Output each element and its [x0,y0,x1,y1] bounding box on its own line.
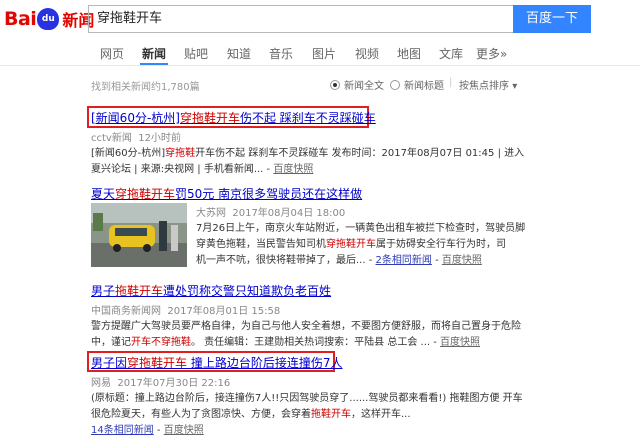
result-toolbar: 找到相关新闻约1,780篇 新闻全文 新闻标题 | 按焦点排序 ▾ [0,74,640,94]
result-snippet: 14条相同新闻 - 百度快照 [91,425,204,436]
chevron-down-icon: ▾ [512,81,518,92]
result-snippet: 很危险夏天，有些人为了贪图凉快、方便，会穿着拖鞋开车，这样开车... [91,407,616,423]
tab-wenku[interactable]: 文库 [439,45,463,62]
title-highlight: 穿拖鞋开车 [127,356,188,370]
result-snippet: 夏兴论坛 | 来源:央视网 | 手机看新闻... - 百度快照 [91,164,314,175]
baidu-news-logo[interactable]: Bai du 新闻 [4,4,94,34]
header: Bai du 新闻 穿拖鞋开车 百度一下 [0,0,640,40]
title-highlight: 拖鞋开车 [115,284,164,298]
result-snippet: 7月26日上午，南京火车站附近，一辆黄色出租车被拦下检查时，驾驶员脚 [196,221,526,237]
result-meta: 中国商务新闻网 2017年08月01日 15:58 [91,302,611,317]
result-snippet: 机一声不吭，很快将鞋带掉了，最后... - 2条相同新闻 - 百度快照 [196,255,482,266]
result-title[interactable]: 男子因穿拖鞋开车 撞上路边台阶后接连撞伤7人 [91,354,616,371]
title-highlight: 穿拖鞋开车 [115,187,176,201]
option-full-text-label: 新闻全文 [344,81,384,92]
radio-checked-icon [330,79,340,90]
snippet-highlight: 拖鞋开车 [311,409,351,420]
tab-video[interactable]: 视频 [355,45,379,62]
result-source: 中国商务新闻网 [91,306,161,317]
title-text: 撞上路边台阶后接连撞伤7人 [187,356,343,370]
result-item: [新闻60分-杭州]穿拖鞋开车伤不起 踩刹车不灵踩碰车 cctv新闻 12小时前… [91,109,611,178]
snippet-text: 夏兴论坛 | 来源:央视网 | 手机看新闻... [91,164,264,175]
snippet-text: 警方提醒广大驾驶员要严格自律，为自己与他人安全着想，不要图方便舒服，而将自己置身… [91,321,521,332]
option-title[interactable]: 新闻标题 [390,77,444,92]
title-text: [新闻60分-杭州] [91,111,180,125]
logo-bai: Bai [4,8,37,30]
result-source: 网易 [91,378,111,389]
result-meta: 大苏网 2017年08月04日 18:00 [196,204,526,219]
tab-web[interactable]: 网页 [100,45,124,62]
radio-unchecked-icon [390,79,400,90]
tab-news[interactable]: 新闻 [142,45,166,62]
tab-music[interactable]: 音乐 [269,45,293,62]
result-item: 男子因穿拖鞋开车 撞上路边台阶后接连撞伤7人 网易 2017年07月30日 22… [91,354,616,436]
snippet-text: 机一声不吭，很快将鞋带掉了，最后... [196,255,366,266]
result-count: 找到相关新闻约1,780篇 [91,82,200,93]
snippet-text: (原标题：撞上路边台阶后，接连撞伤7人!!只因驾驶员穿了......驾驶员都来看… [91,393,523,404]
related-news-link[interactable]: 14条相同新闻 [91,425,154,436]
divider: | [449,77,453,88]
tab-more[interactable]: 更多» [476,45,507,62]
result-source: cctv新闻 [91,133,132,144]
logo-paw-text: du [41,14,55,24]
tab-map[interactable]: 地图 [397,45,421,62]
logo-paw-icon: du [37,8,60,30]
option-title-label: 新闻标题 [404,81,444,92]
result-item: 夏天穿拖鞋开车罚50元 南京很多驾驶员还在这样做 [91,185,611,202]
cache-link[interactable]: 百度快照 [442,255,482,266]
snippet-text: 穿黄色拖鞋，当民警告知司机 [196,239,326,250]
related-news-link[interactable]: 2条相同新闻 [376,255,432,266]
title-text: 伤不起 踩刹车不灵踩碰车 [239,111,376,125]
active-tab-indicator [140,63,168,65]
snippet-highlight: 穿拖鞋 [165,148,196,159]
result-snippet: 穿黄色拖鞋，当民警告知司机穿拖鞋开车属于妨碍安全行车行为时，司 [196,237,526,253]
result-snippet: [新闻60分-杭州]穿拖鞋开车伤不起 踩刹车不灵踩碰车 发布时间：2017年08… [91,146,611,162]
result-title[interactable]: 男子拖鞋开车遭处罚称交警只知道欺负老百姓 [91,282,611,299]
cache-link[interactable]: 百度快照 [273,164,313,175]
option-full-text[interactable]: 新闻全文 [330,77,384,92]
title-text: 遭处罚称交警只知道欺负老百姓 [163,284,332,298]
cache-link[interactable]: 百度快照 [440,337,480,348]
snippet-text: 。 责任编辑：王建勋相关热词搜索：平陆县 总工会 ... [191,337,431,348]
nav-tabs: 网页 新闻 贴吧 知道 音乐 图片 视频 地图 文库 更多» [0,40,640,66]
snippet-text: 7月26日上午，南京火车站附近，一辆黄色出租车被拦下检查时，驾驶员脚 [196,223,526,234]
tab-tieba[interactable]: 贴吧 [184,45,208,62]
result-time: 2017年07月30日 22:16 [117,378,231,389]
cache-link[interactable]: 百度快照 [164,425,204,436]
result-meta: cctv新闻 12小时前 [91,129,611,144]
result-snippet: (原标题：撞上路边台阶后，接连撞伤7人!!只因驾驶员穿了......驾驶员都来看… [91,391,616,407]
taxi-photo [91,203,187,267]
search-button[interactable]: 百度一下 [513,5,591,33]
result-item-body: 大苏网 2017年08月04日 18:00 7月26日上午，南京火车站附近，一辆… [196,204,526,269]
tab-zhidao[interactable]: 知道 [227,45,251,62]
snippet-text: 属于妨碍安全行车行为时，司 [376,239,506,250]
result-source: 大苏网 [196,208,226,219]
snippet-text: 开车伤不起 踩刹车不灵踩碰车 发布时间：2017年08月07日 01:45 | … [195,148,525,159]
result-meta: 网易 2017年07月30日 22:16 [91,374,616,389]
title-text: 夏天 [91,187,116,201]
snippet-highlight: 穿拖鞋开车 [326,239,376,250]
result-time: 12小时前 [138,133,181,144]
snippet-text: [新闻60分-杭州] [91,148,166,159]
title-text: 男子 [91,284,116,298]
title-highlight: 穿拖鞋开车 [179,111,240,125]
snippet-text: 中，谨记 [91,337,131,348]
result-snippet: 中，谨记开车不穿拖鞋。 责任编辑：王建勋相关热词搜索：平陆县 总工会 ... -… [91,337,481,348]
result-item: 男子拖鞋开车遭处罚称交警只知道欺负老百姓 中国商务新闻网 2017年08月01日… [91,282,611,351]
result-snippet: 警方提醒广大驾驶员要严格自律，为自己与他人安全着想，不要图方便舒服，而将自己置身… [91,319,611,335]
title-text: 罚50元 南京很多驾驶员还在这样做 [175,187,363,201]
result-time: 2017年08月01日 15:58 [167,306,281,317]
result-title[interactable]: [新闻60分-杭州]穿拖鞋开车伤不起 踩刹车不灵踩碰车 [91,109,611,126]
snippet-highlight: 开车不穿拖鞋 [131,337,191,348]
sort-dropdown[interactable]: 按焦点排序 ▾ [459,77,517,92]
snippet-text: ，这样开车... [351,409,411,420]
tab-images[interactable]: 图片 [312,45,336,62]
title-text: 男子因 [91,356,128,370]
snippet-text: 很危险夏天，有些人为了贪图凉快、方便，会穿着 [91,409,311,420]
news-thumbnail[interactable] [91,203,187,267]
sort-label: 按焦点排序 [459,81,509,92]
result-title[interactable]: 夏天穿拖鞋开车罚50元 南京很多驾驶员还在这样做 [91,185,611,202]
search-input[interactable]: 穿拖鞋开车 [88,5,514,33]
result-time: 2017年08月04日 18:00 [232,208,346,219]
